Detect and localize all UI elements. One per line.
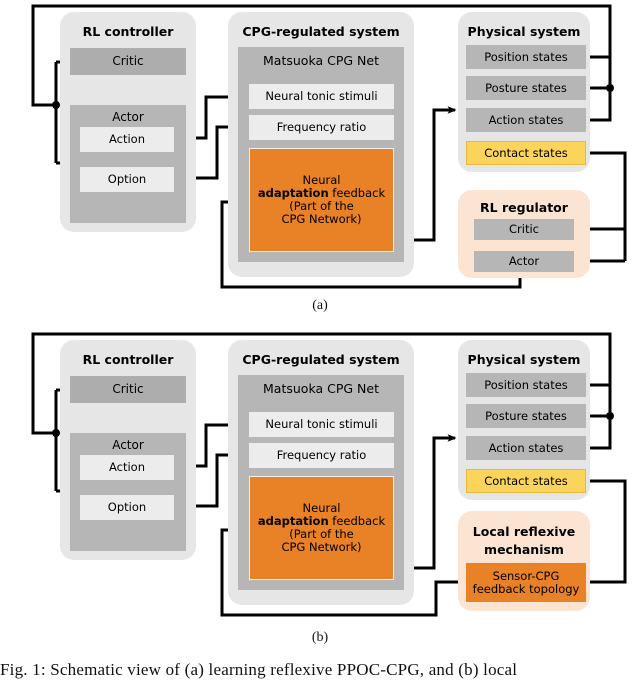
cpg-system-title-b: CPG-regulated system [242,352,400,367]
local-reflexive-title-line1: Local reflexive [472,524,576,539]
regulator-critic-label-a: Critic [509,222,539,237]
physical-system-title-b: Physical system [467,352,581,367]
adaptation-line4-a: CPG Network) [281,211,362,226]
position-states-block-b[interactable]: Position states [466,373,586,397]
option-block-a[interactable]: Option [80,167,174,192]
neural-adaptation-feedback-block-a[interactable]: Neural adaptation feedback (Part of the … [249,148,394,252]
frequency-ratio-block-a[interactable]: Frequency ratio [249,115,394,140]
adaptation-line3-b: (Part of the [289,527,354,541]
posture-states-label-b: Posture states [485,408,567,423]
action-block-b[interactable]: Action [80,455,174,480]
posture-states-block-a[interactable]: Posture states [466,76,586,100]
posture-states-label-a: Posture states [485,80,567,95]
option-label-a: Option [107,172,147,187]
option-block-b[interactable]: Option [80,495,174,520]
subfigure-label-b: (b) [311,630,329,645]
critic-block-b[interactable]: Critic [70,376,186,403]
action-states-block-a[interactable]: Action states [466,108,586,132]
neural-tonic-stimuli-label-b: Neural tonic stimuli [265,417,378,432]
neural-tonic-stimuli-label-a: Neural tonic stimuli [265,89,378,104]
matsuoka-net-title-a: Matsuoka CPG Net [263,53,379,68]
option-label-b: Option [107,500,147,515]
action-states-label-a: Action states [488,112,564,127]
subfigure-label-a: (a) [312,298,328,313]
contact-states-block-a[interactable]: Contact states [466,141,586,165]
action-label-a: Action [108,132,146,147]
critic-block-a[interactable]: Critic [70,48,186,75]
action-block-a[interactable]: Action [80,127,174,152]
regulator-critic-block-a[interactable]: Critic [474,219,574,240]
action-states-block-b[interactable]: Action states [466,436,586,460]
contact-states-label-b: Contact states [484,473,568,488]
regulator-actor-block-a[interactable]: Actor [474,251,574,272]
figure-caption: Fig. 1: Schematic view of (a) learning r… [0,660,518,679]
contact-states-block-b[interactable]: Contact states [466,469,586,493]
panel-b: RL controller Critic Actor Action Option… [0,328,640,645]
position-states-label-b: Position states [484,377,568,392]
critic-label-b: Critic [112,381,144,396]
panel-a: RL controller Critic Actor Action Option… [0,0,640,313]
matsuoka-net-title-b: Matsuoka CPG Net [263,381,379,396]
actor-label-b: Actor [112,438,144,452]
neural-tonic-stimuli-block-a[interactable]: Neural tonic stimuli [249,84,394,109]
cpg-system-title-a: CPG-regulated system [242,24,400,39]
regulator-actor-label-a: Actor [508,254,540,269]
frequency-ratio-label-b: Frequency ratio [276,448,367,463]
rl-regulator-title-a: RL regulator [480,200,568,215]
frequency-ratio-label-a: Frequency ratio [276,120,367,135]
neural-tonic-stimuli-block-b[interactable]: Neural tonic stimuli [249,412,394,437]
action-states-label-b: Action states [488,440,564,455]
contact-states-label-a: Contact states [484,145,568,160]
physical-system-title-a: Physical system [467,24,581,39]
neural-adaptation-feedback-block-b[interactable]: Neural adaptation feedback (Part of the … [249,476,394,580]
position-states-block-a[interactable]: Position states [466,45,586,69]
sensor-cpg-line1: Sensor-CPG [492,568,560,583]
action-label-b: Action [108,460,146,475]
position-states-label-a: Position states [484,49,568,64]
sensor-cpg-feedback-topology-block[interactable]: Sensor-CPG feedback topology [466,563,586,602]
adaptation-line4-b: CPG Network) [281,539,362,554]
frequency-ratio-block-b[interactable]: Frequency ratio [249,443,394,468]
critic-label-a: Critic [112,53,144,68]
rl-controller-title-a: RL controller [82,24,174,39]
posture-states-block-b[interactable]: Posture states [466,404,586,428]
adaptation-line3-a: (Part of the [289,199,354,213]
actor-label-a: Actor [112,110,144,124]
local-reflexive-title-line2: mechanism [484,542,564,557]
rl-controller-title-b: RL controller [82,352,174,367]
sensor-cpg-line2: feedback topology [472,581,580,596]
